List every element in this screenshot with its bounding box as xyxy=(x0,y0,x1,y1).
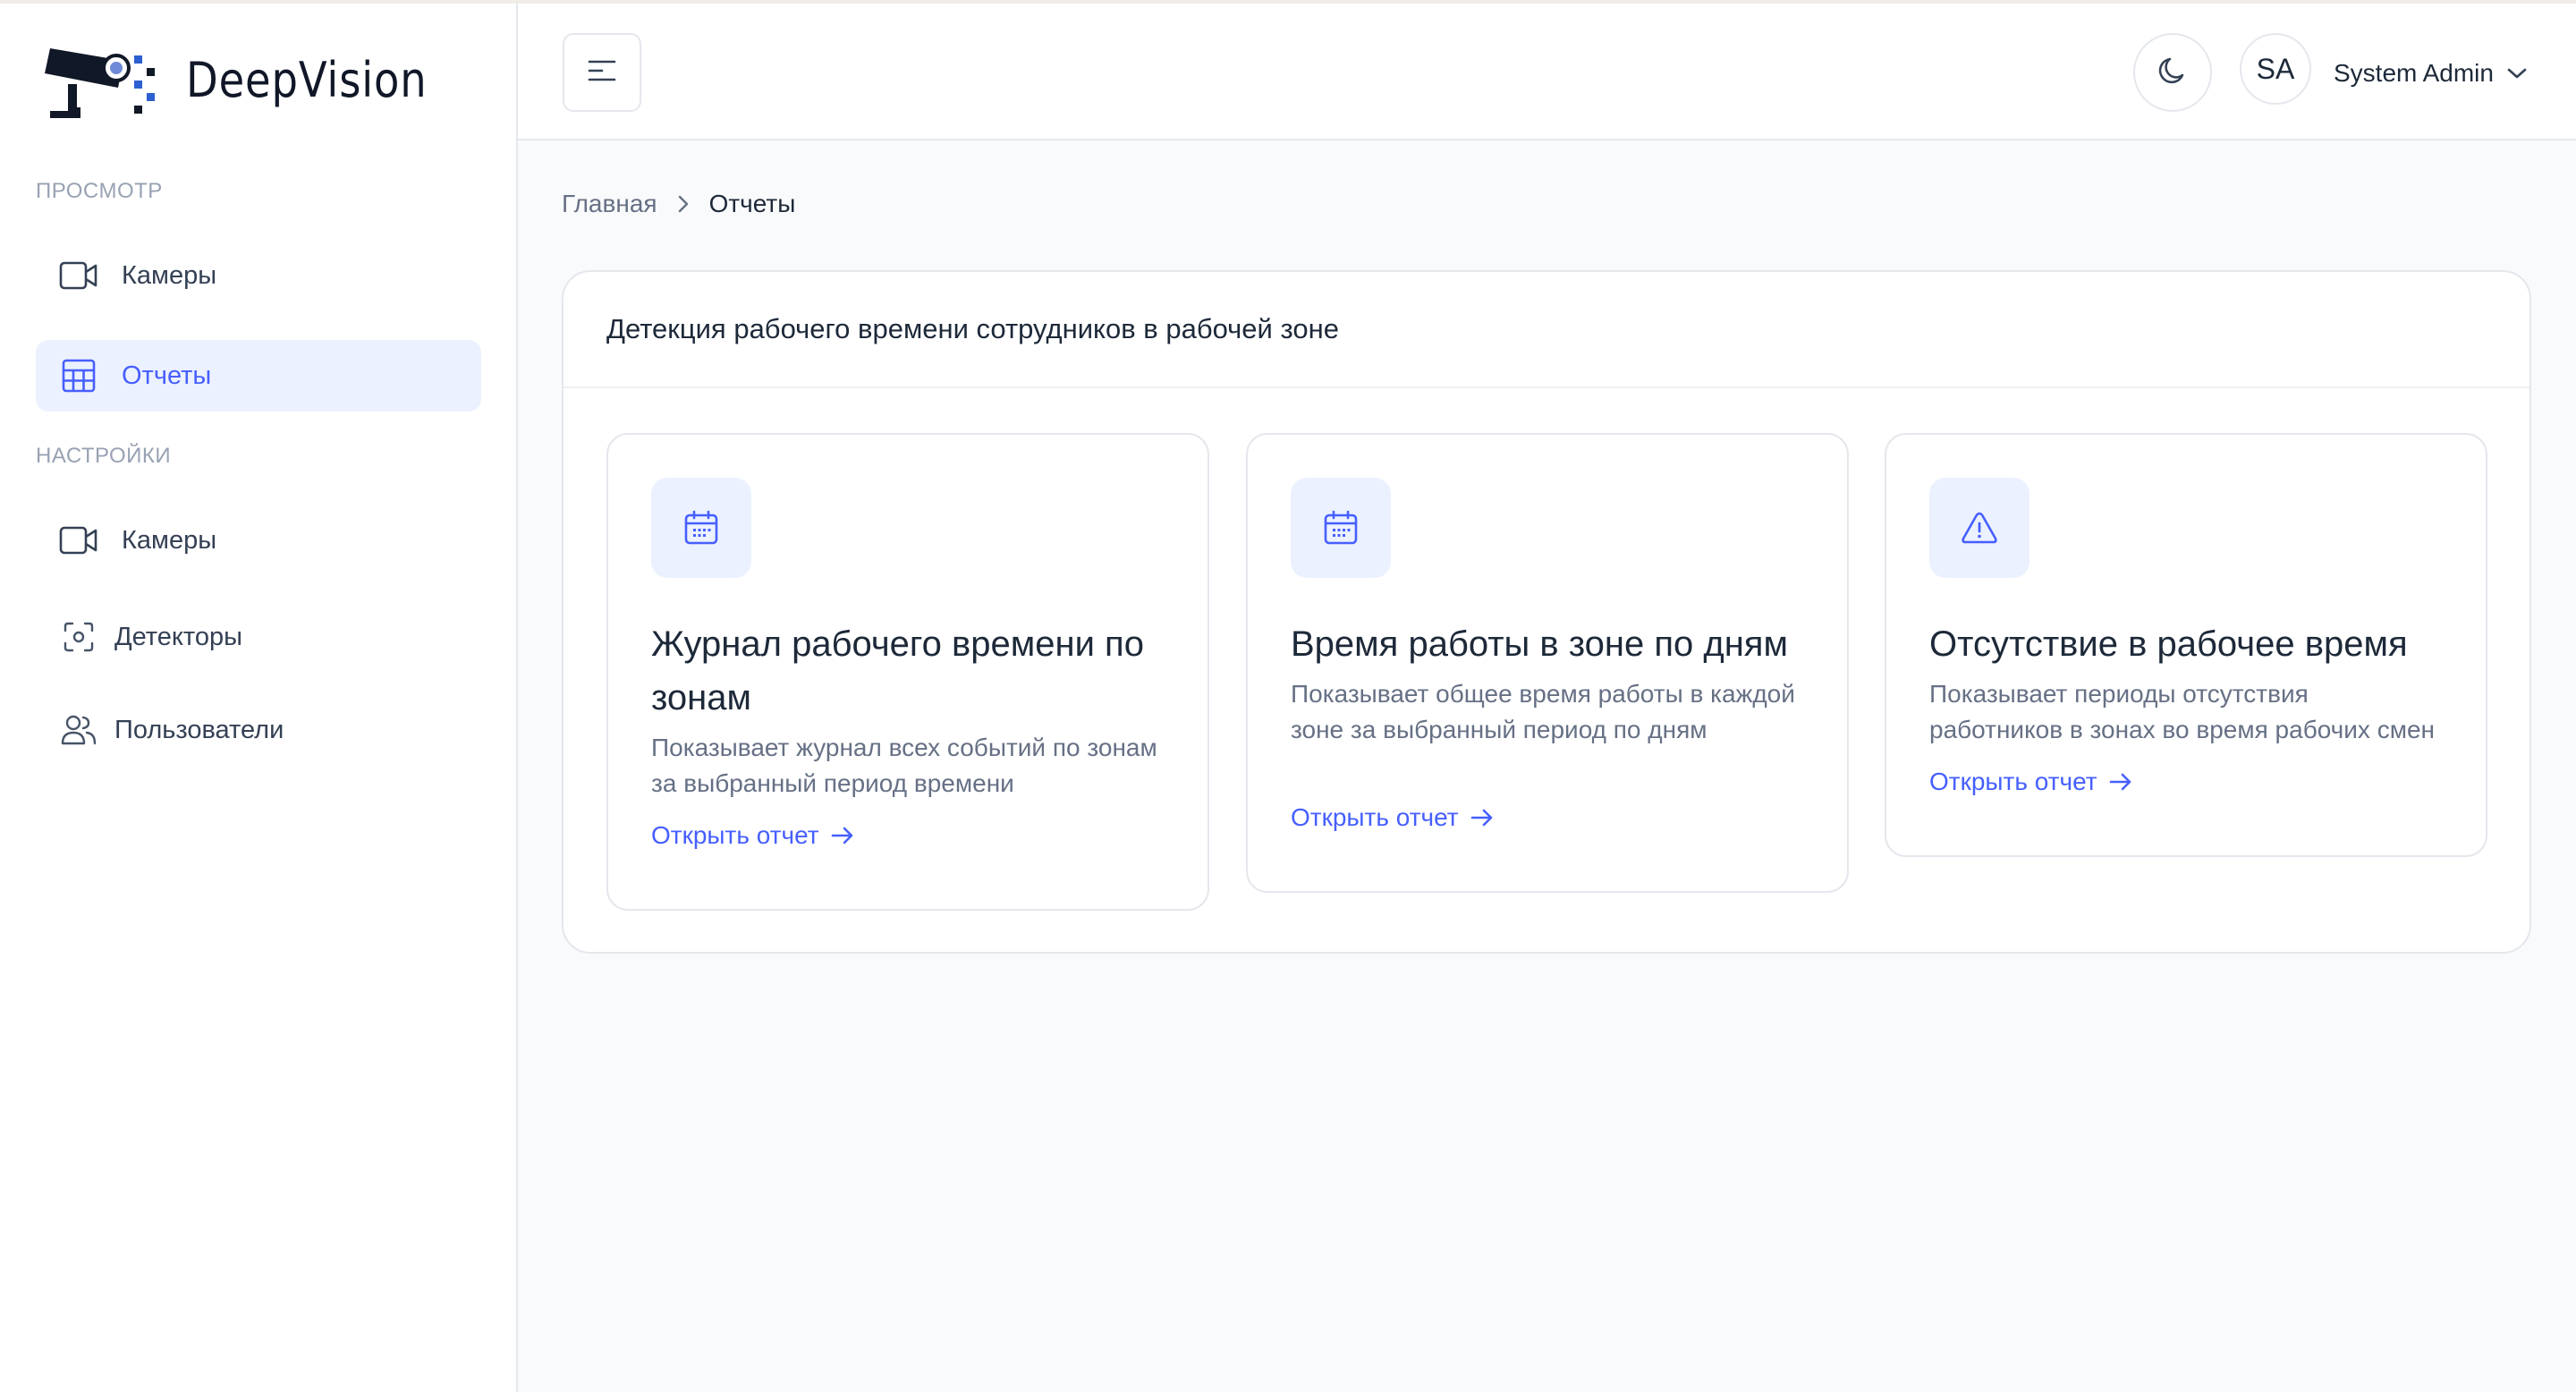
report-card-description: Показывает общее время работы в каждой з… xyxy=(1291,680,1795,743)
report-card-title: Журнал рабочего времени по зонам xyxy=(651,624,1144,717)
chevron-right-icon xyxy=(677,194,690,214)
brand-logo[interactable]: DeepVision xyxy=(41,29,466,132)
open-report-link[interactable]: Открыть отчет xyxy=(651,821,855,850)
user-menu-button[interactable]: System Admin xyxy=(2334,54,2528,93)
users-icon xyxy=(59,710,98,750)
sidebar-item-label: Камеры xyxy=(122,260,217,290)
breadcrumb: Главная Отчеты xyxy=(562,190,795,218)
menu-toggle-button[interactable] xyxy=(563,33,641,112)
sidebar-item-reports[interactable]: Отчеты xyxy=(36,340,481,412)
sidebar-item-detectors[interactable]: Детекторы xyxy=(36,601,481,673)
menu-lines-icon xyxy=(587,58,617,88)
breadcrumb-home-link[interactable]: Главная xyxy=(562,190,657,218)
video-camera-icon xyxy=(59,256,98,295)
app-root: DeepVision ПРОСМОТР Камеры Отчеты НАСТРО… xyxy=(0,0,2576,1392)
section-label-view: ПРОСМОТР xyxy=(36,179,163,203)
open-report-label: Открыть отчет xyxy=(1929,768,2097,795)
video-camera-icon xyxy=(59,521,98,560)
report-card-description: Показывает журнал всех событий по зонам … xyxy=(651,734,1157,797)
arrow-right-icon xyxy=(1470,808,1495,828)
sidebar-item-cameras-view[interactable]: Камеры xyxy=(36,240,481,311)
sidebar-item-label: Отчеты xyxy=(122,361,212,390)
section-label-settings: НАСТРОЙКИ xyxy=(36,444,172,468)
report-card-absence[interactable]: Отсутствие в рабочее время Показывает пе… xyxy=(1885,433,2487,857)
calendar-icon xyxy=(651,478,751,578)
moon-icon xyxy=(2156,54,2190,92)
scan-focus-icon xyxy=(59,617,98,657)
report-card-zone-journal[interactable]: Журнал рабочего времени по зонам Показыв… xyxy=(606,433,1209,911)
report-card-title: Отсутствие в рабочее время xyxy=(1929,624,2408,664)
top-header: SA System Admin xyxy=(518,4,2576,140)
reports-panel: Детекция рабочего времени сотрудников в … xyxy=(562,270,2531,954)
open-report-link[interactable]: Открыть отчет xyxy=(1291,803,1495,832)
table-grid-icon xyxy=(59,356,98,395)
sidebar-item-label: Камеры xyxy=(122,525,217,555)
report-card-description: Показывает периоды отсутствия работников… xyxy=(1929,680,2435,743)
panel-title: Детекция рабочего времени сотрудников в … xyxy=(564,272,2529,388)
theme-toggle-button[interactable] xyxy=(2133,33,2212,112)
calendar-icon xyxy=(1291,478,1391,578)
sidebar: DeepVision ПРОСМОТР Камеры Отчеты НАСТРО… xyxy=(0,4,518,1392)
warning-triangle-icon xyxy=(1929,478,2029,578)
user-avatar[interactable]: SA xyxy=(2240,33,2311,105)
open-report-link[interactable]: Открыть отчет xyxy=(1929,768,2133,796)
open-report-label: Открыть отчет xyxy=(1291,803,1459,831)
arrow-right-icon xyxy=(2108,772,2133,792)
open-report-label: Открыть отчет xyxy=(651,821,819,849)
brand-name: DeepVision xyxy=(186,52,428,108)
report-card-title: Время работы в зоне по дням xyxy=(1291,624,1788,664)
breadcrumb-current: Отчеты xyxy=(708,190,796,217)
sidebar-item-users[interactable]: Пользователи xyxy=(36,694,481,766)
arrow-right-icon xyxy=(830,826,855,845)
cctv-camera-icon xyxy=(41,29,166,132)
sidebar-item-label: Детекторы xyxy=(114,622,242,651)
user-name: System Admin xyxy=(2334,59,2494,87)
sidebar-item-cameras-settings[interactable]: Камеры xyxy=(36,505,481,576)
chevron-down-icon xyxy=(2506,66,2528,81)
report-card-zone-daily[interactable]: Время работы в зоне по дням Показывает о… xyxy=(1246,433,1849,893)
sidebar-item-label: Пользователи xyxy=(114,715,284,744)
